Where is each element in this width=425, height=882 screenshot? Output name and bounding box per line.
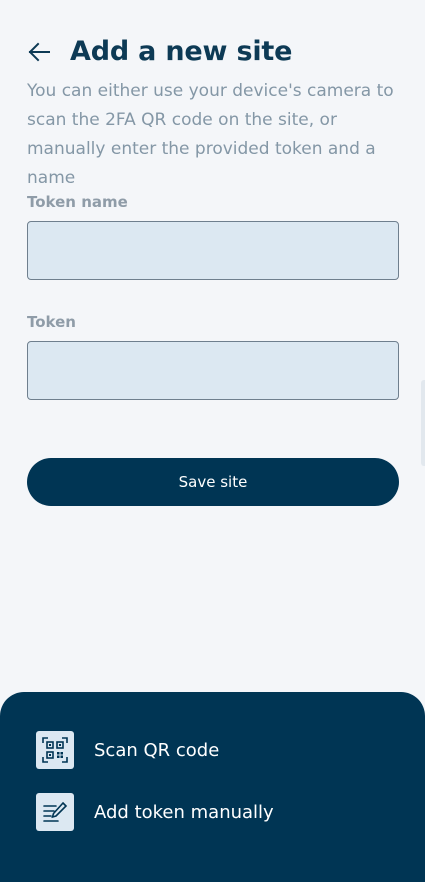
scan-qr-code-label: Scan QR code	[94, 739, 220, 761]
add-token-manually-option[interactable]: Add token manually	[36, 793, 274, 831]
bottom-sheet: Scan QR code Add token manually	[0, 692, 425, 882]
add-site-screen: Add a new site You can either use your d…	[0, 0, 425, 882]
page-title: Add a new site	[70, 36, 293, 67]
arrow-left-icon	[28, 42, 50, 61]
token-name-input[interactable]	[27, 221, 399, 280]
qr-code-icon	[36, 731, 74, 769]
edge-handle[interactable]	[421, 380, 425, 466]
token-label: Token	[27, 313, 76, 331]
save-site-button[interactable]: Save site	[27, 458, 399, 506]
scan-qr-code-option[interactable]: Scan QR code	[36, 731, 219, 769]
back-button[interactable]	[27, 40, 51, 64]
token-input[interactable]	[27, 341, 399, 400]
token-name-label: Token name	[27, 193, 128, 211]
intro-text: You can either use your device's camera …	[27, 81, 394, 188]
edit-note-icon	[36, 793, 74, 831]
add-token-manually-label: Add token manually	[94, 801, 274, 823]
header: Add a new site	[27, 36, 292, 67]
